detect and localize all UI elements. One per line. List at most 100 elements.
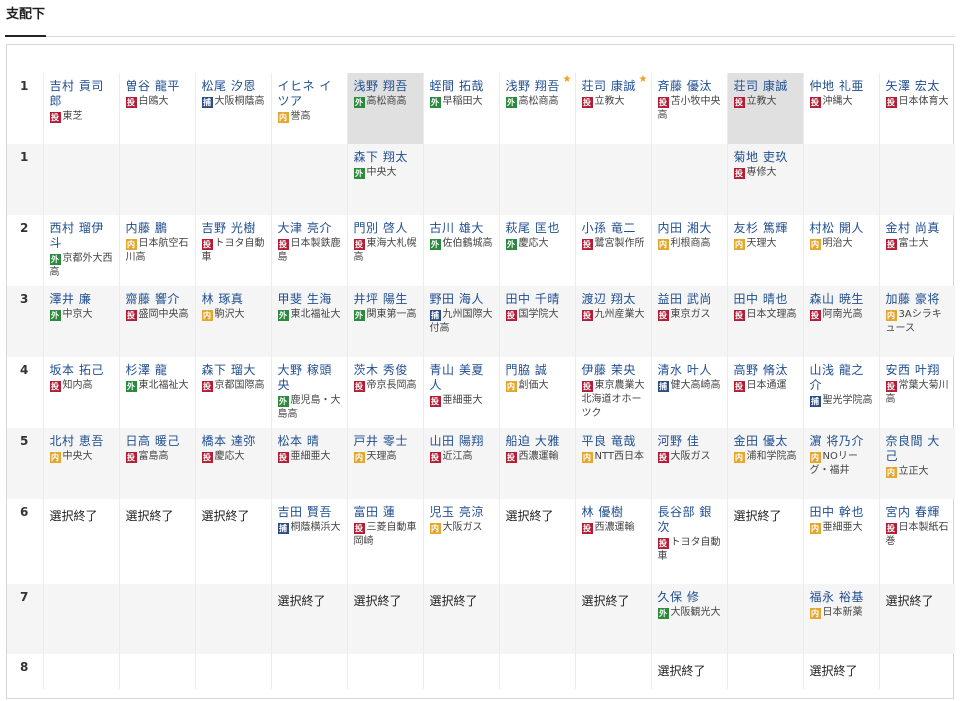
position-badge: 投: [201, 381, 213, 392]
player-affiliation: 内誉高: [277, 110, 342, 124]
player-name-link[interactable]: 児玉 亮涼: [430, 505, 494, 520]
player-name-link[interactable]: 大野 稼頭央: [278, 363, 342, 393]
player-name-link[interactable]: 林 琢真: [202, 292, 266, 307]
school-name: 誉高: [290, 111, 311, 122]
player-name-link[interactable]: 田中 幹也: [810, 505, 874, 520]
player-name-link[interactable]: 益田 武尚: [658, 292, 722, 307]
player-name-link[interactable]: 友杉 篤輝: [734, 221, 798, 236]
player-name-link[interactable]: 金田 優太: [734, 434, 798, 449]
player-name-link[interactable]: 矢澤 宏太: [886, 79, 951, 94]
player-name-link[interactable]: 吉村 貢司郎: [50, 79, 114, 109]
player-name-link[interactable]: 古川 雄大: [430, 221, 494, 236]
player-name-link[interactable]: 伊藤 茉央: [582, 363, 646, 378]
pick-cell: 福永 裕基内日本新薬: [802, 584, 879, 654]
player-affiliation: 内日本航空石川高: [125, 237, 190, 265]
player-name-link[interactable]: 野田 海人: [430, 292, 494, 307]
player-name-link[interactable]: 船迫 大雅: [506, 434, 570, 449]
player-name-link[interactable]: 北村 恵吾: [50, 434, 114, 449]
position-badge: 投: [581, 523, 593, 534]
position-badge: 投: [49, 112, 61, 123]
player-name-link[interactable]: 浅野 翔吾: [506, 79, 570, 94]
player-name-link[interactable]: 荘司 康誠: [734, 79, 798, 94]
selection-finished-label: 選択終了: [49, 509, 98, 523]
player-name-link[interactable]: 福永 裕基: [810, 590, 874, 605]
player-name-link[interactable]: 森下 翔太: [354, 150, 418, 165]
player-name-link[interactable]: 濵 将乃介: [810, 434, 874, 449]
player-name-link[interactable]: 金村 尚真: [886, 221, 951, 236]
player-name-link[interactable]: 内田 湘大: [658, 221, 722, 236]
player-name-link[interactable]: 河野 佳: [658, 434, 722, 449]
player-name-link[interactable]: イヒネ イツア: [278, 79, 342, 109]
school-name: 東京ガス: [670, 309, 711, 320]
player-affiliation: 投苫小牧中央高: [657, 95, 722, 123]
player-name-link[interactable]: 森山 暁生: [810, 292, 874, 307]
player-affiliation: 投西濃運輸: [505, 450, 570, 464]
selection-finished-label: 選択終了: [657, 664, 706, 678]
player-affiliation: 投トヨタ自動車: [201, 237, 266, 265]
player-name-link[interactable]: 荘司 康誠: [582, 79, 646, 94]
school-name: 東北福祉大: [290, 309, 341, 320]
player-name-link[interactable]: 田中 晴也: [734, 292, 798, 307]
player-name-link[interactable]: 林 優樹: [582, 505, 646, 520]
player-name-link[interactable]: 蛭間 拓哉: [430, 79, 494, 94]
player-name-link[interactable]: 長谷部 銀次: [658, 505, 722, 535]
player-name-link[interactable]: 清水 叶人: [658, 363, 722, 378]
player-name-link[interactable]: 浅野 翔吾: [354, 79, 418, 94]
player-name-link[interactable]: 村松 開人: [810, 221, 874, 236]
position-badge: 投: [201, 452, 213, 463]
player-name-link[interactable]: 奈良間 大己: [886, 434, 951, 464]
player-name-link[interactable]: 吉野 光樹: [202, 221, 266, 236]
player-name-link[interactable]: 菊地 吏玖: [734, 150, 798, 165]
player-name-link[interactable]: 宮内 春輝: [886, 505, 951, 520]
player-name-link[interactable]: 澤井 廉: [50, 292, 114, 307]
player-name-link[interactable]: 茨木 秀俊: [354, 363, 418, 378]
pick-cell: [270, 654, 347, 689]
player-name-link[interactable]: 山田 陽翔: [430, 434, 494, 449]
player-name-link[interactable]: 渡辺 翔太: [582, 292, 646, 307]
player-name-link[interactable]: 松本 晴: [278, 434, 342, 449]
pick-cell: [574, 654, 651, 689]
player-name-link[interactable]: 内藤 鵬: [126, 221, 190, 236]
player-name-link[interactable]: 仲地 礼亜: [810, 79, 874, 94]
player-name-link[interactable]: 青山 美夏人: [430, 363, 494, 393]
player-affiliation: 内 NOリーグ・福井: [809, 450, 874, 478]
player-name-link[interactable]: 高野 脩汰: [734, 363, 798, 378]
player-name-link[interactable]: 富田 蓮: [354, 505, 418, 520]
player-name-link[interactable]: 久保 修: [658, 590, 722, 605]
table-row: 2 西村 瑠伊斗外京都外大西高 内藤 鵬内日本航空石川高 吉野 光樹投トヨタ自動車 大津…: [7, 215, 955, 286]
pick-cell: [422, 144, 499, 215]
player-name-link[interactable]: 齋藤 響介: [126, 292, 190, 307]
player-name-link[interactable]: 山浅 龍之介: [810, 363, 874, 393]
player-name-link[interactable]: 吉田 賢吾: [278, 505, 342, 520]
player-name-link[interactable]: 斉藤 優汰: [658, 79, 722, 94]
player-name-link[interactable]: 西村 瑠伊斗: [50, 221, 114, 251]
position-badge: 内: [809, 608, 821, 619]
player-name-link[interactable]: 加藤 豪将: [886, 292, 951, 307]
player-name-link[interactable]: 甲斐 生海: [278, 292, 342, 307]
school-name: 慶応大: [518, 238, 549, 249]
player-name-link[interactable]: 田中 千晴: [506, 292, 570, 307]
tab-shihaika[interactable]: 支配下: [5, 0, 47, 37]
player-name-link[interactable]: 曽谷 龍平: [126, 79, 190, 94]
player-name-link[interactable]: 萩尾 匡也: [506, 221, 570, 236]
player-name-link[interactable]: 坂本 拓己: [50, 363, 114, 378]
player-affiliation: 内天理大: [733, 237, 798, 251]
player-name-link[interactable]: 安西 叶翔: [886, 363, 951, 378]
player-name-link[interactable]: 松尾 汐恩: [202, 79, 266, 94]
player-name-link[interactable]: 森下 瑠大: [202, 363, 266, 378]
player-name-link[interactable]: 日高 暖己: [126, 434, 190, 449]
player-name-link[interactable]: 戸井 零士: [354, 434, 418, 449]
pick-cell: 山田 陽翔投近江高: [422, 428, 499, 499]
school-name: 中京大: [62, 309, 93, 320]
player-name-link[interactable]: 井坪 陽生: [354, 292, 418, 307]
pick-cell: 青山 美夏人投亜細亜大: [422, 357, 499, 428]
player-name-link[interactable]: 杉澤 龍: [126, 363, 190, 378]
player-name-link[interactable]: 門脇 誠: [506, 363, 570, 378]
player-name-link[interactable]: 平良 竜哉: [582, 434, 646, 449]
position-badge: 投: [125, 97, 137, 108]
player-name-link[interactable]: 橋本 達弥: [202, 434, 266, 449]
player-name-link[interactable]: 大津 亮介: [278, 221, 342, 236]
pick-cell: [878, 144, 955, 215]
player-name-link[interactable]: 小孫 竜二: [582, 221, 646, 236]
player-name-link[interactable]: 門別 啓人: [354, 221, 418, 236]
